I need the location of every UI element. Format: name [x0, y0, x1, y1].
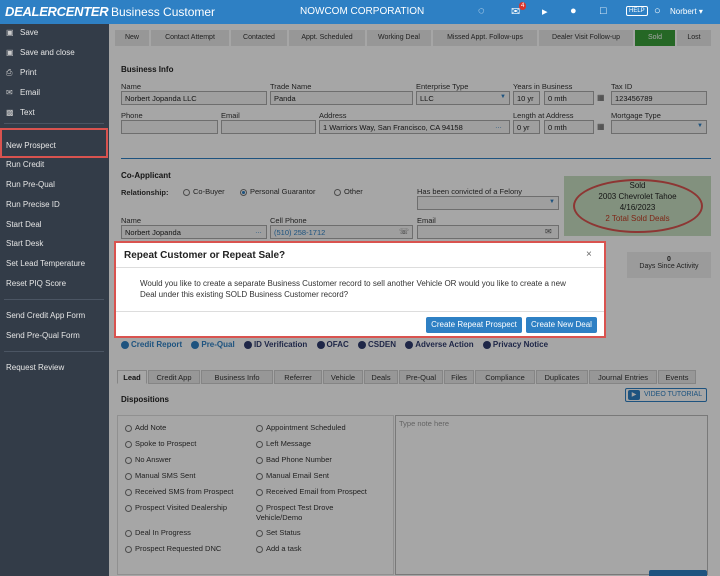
bell-icon[interactable]: ● — [570, 5, 577, 17]
close-icon[interactable]: × — [586, 249, 592, 260]
sidebar-item-new-prospect[interactable]: New Prospect — [6, 141, 56, 150]
user-icon[interactable]: ○ — [654, 5, 661, 17]
sidebar-divider — [4, 299, 104, 300]
top-bar: DEALERCENTER Business Customer NOWCOM CO… — [0, 0, 720, 24]
create-repeat-prospect-button[interactable]: Create Repeat Prospect — [426, 317, 522, 333]
sidebar: ▣ Save ▣ Save and close ⎙ Print ✉ Email ▩ Tex… — [0, 24, 109, 576]
sidebar-item-start-deal[interactable]: Start Deal — [6, 220, 42, 229]
app-title: Business Customer — [111, 5, 216, 19]
sidebar-item-run-precise-id[interactable]: Run Precise ID — [6, 200, 60, 209]
sidebar-divider — [4, 351, 104, 352]
email-button[interactable]: ✉ Email — [6, 88, 40, 97]
print-button[interactable]: ⎙ Print — [6, 68, 36, 78]
modal-divider — [116, 311, 604, 312]
modal-body: Would you like to create a separate Busi… — [140, 279, 566, 299]
sidebar-item-run-pre-qual[interactable]: Run Pre-Qual — [6, 180, 55, 189]
sidebar-divider — [4, 123, 104, 124]
notification-badge: 4 — [519, 2, 527, 10]
email-icon: ✉ — [6, 88, 13, 97]
modal-title: Repeat Customer or Repeat Sale? — [124, 250, 286, 261]
repeat-sale-modal: Repeat Customer or Repeat Sale? × Would … — [114, 241, 606, 338]
user-menu[interactable]: Norbert ▾ — [670, 7, 703, 16]
sidebar-item-start-desk[interactable]: Start Desk — [6, 239, 43, 248]
text-button[interactable]: ▩ Text — [6, 108, 35, 117]
sidebar-item-run-credit[interactable]: Run Credit — [6, 160, 44, 169]
clipboard-icon[interactable]: □ — [600, 5, 607, 17]
save-icon: ▣ — [6, 28, 14, 37]
modal-divider — [116, 267, 604, 268]
dealercenter-logo: DEALERCENTER — [5, 4, 109, 19]
sidebar-item-lead-temperature[interactable]: Set Lead Temperature — [6, 259, 85, 268]
help-icon[interactable]: HELP — [626, 6, 648, 16]
sms-icon: ▩ — [6, 108, 14, 117]
save-close-icon: ▣ — [6, 48, 14, 57]
sidebar-item-request-review[interactable]: Request Review — [6, 363, 64, 372]
sidebar-item-reset-piq[interactable]: Reset PIQ Score — [6, 279, 66, 288]
sidebar-item-send-pre-qual[interactable]: Send Pre-Qual Form — [6, 331, 80, 340]
save-button[interactable]: ▣ Save — [6, 28, 38, 37]
megaphone-icon[interactable]: ▸ — [542, 5, 548, 18]
sidebar-item-send-credit-app[interactable]: Send Credit App Form — [6, 311, 85, 320]
print-icon: ⎙ — [6, 68, 13, 77]
save-and-close-button[interactable]: ▣ Save and close — [6, 48, 75, 57]
create-new-deal-button[interactable]: Create New Deal — [526, 317, 597, 333]
chat-icon[interactable]: ◌ — [478, 5, 485, 17]
corporation-name[interactable]: NOWCOM CORPORATION — [300, 6, 424, 17]
